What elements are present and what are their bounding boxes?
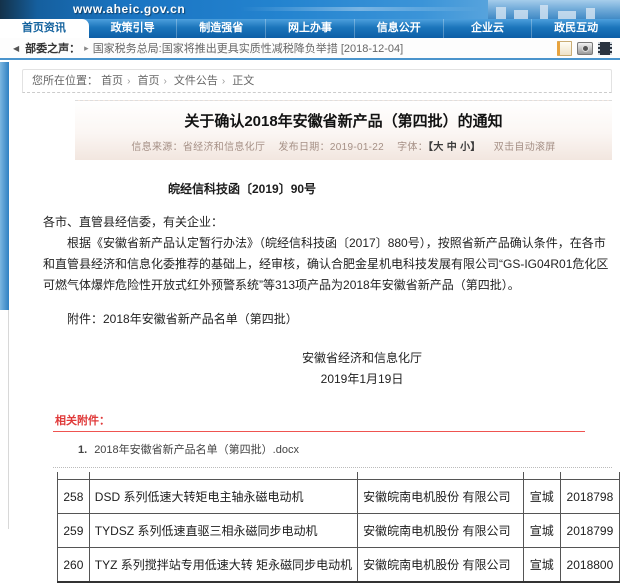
attachment-index: 1. — [78, 444, 87, 456]
article-header: 关于确认2018年安徽省新产品（第四批）的通知 信息来源：省经济和信息化厅 发布… — [75, 100, 612, 160]
breadcrumb-prefix: 您所在位置： — [32, 75, 98, 87]
signature-date: 2019年1月19日 — [112, 369, 612, 390]
ticker-label: 部委之声： — [25, 40, 80, 56]
left-border-line — [8, 310, 9, 529]
meta-source-label: 信息来源： — [131, 142, 183, 153]
cell-row-number: 260 — [58, 548, 90, 583]
signer-name: 安徽省经济和信息化厅 — [112, 348, 612, 369]
banner-decoration — [240, 7, 480, 11]
ticker-bullet-icon: ▸ — [84, 43, 89, 54]
breadcrumb-separator: › — [222, 76, 225, 87]
salutation: 各市、直管县经信委，有关企业： — [43, 212, 612, 233]
table-row: 259 TYDSZ 系列低速直驱三相永磁同步电动机 安徽皖南电机股份 有限公司 … — [58, 514, 620, 548]
nav-tab-gov-interaction[interactable]: 政民互动 — [532, 19, 620, 38]
cell-product-name: TYZ 系列搅拌站专用低速大转 矩永磁同步电动机 — [89, 548, 357, 583]
notebook-icon[interactable] — [557, 41, 572, 56]
breadcrumb: 您所在位置： 首页 › 首页 › 文件公告 › 正文 — [22, 69, 612, 93]
nav-tab-info-disclosure[interactable]: 信息公开 — [355, 19, 444, 38]
cell-city: 宣城 — [523, 548, 560, 583]
main-nav: 首页资讯 政策引导 制造强省 网上办事 信息公开 企业云 政民互动 — [0, 19, 620, 38]
ticker-news-link[interactable]: 国家税务总局:国家将推出更具实质性减税降负举措 [2018-12-04] — [93, 40, 404, 56]
breadcrumb-separator: › — [163, 76, 166, 87]
table-row: 260 TYZ 系列搅拌站专用低速大转 矩永磁同步电动机 安徽皖南电机股份 有限… — [58, 548, 620, 583]
banner-cityscape-image — [488, 0, 620, 19]
dotted-divider — [53, 467, 612, 468]
font-size-switcher[interactable]: 【大 中 小】 — [428, 142, 481, 153]
breadcrumb-item-home[interactable]: 首页 — [101, 75, 123, 87]
meta-date-label: 发布日期： — [278, 142, 330, 153]
left-blue-strip — [0, 62, 9, 310]
site-banner: www.aheic.gov.cn — [0, 0, 620, 19]
article-body: 各市、直管县经信委，有关企业： 根据《安徽省新产品认定暂行办法》（皖经信科技函〔… — [43, 212, 612, 296]
cell-code: 2018800 — [560, 548, 619, 583]
cell-product-name: TYDSZ 系列低速直驱三相永磁同步电动机 — [89, 514, 357, 548]
news-ticker: ◀ 部委之声： ▸ 国家税务总局:国家将推出更具实质性减税降负举措 [2018-… — [0, 38, 620, 60]
cell-company: 安徽皖南电机股份 有限公司 — [358, 480, 524, 514]
related-attachments-heading: 相关附件： — [55, 412, 620, 428]
table-row-cutoff — [58, 472, 620, 480]
cell-row-number: 258 — [58, 480, 90, 514]
nav-tab-manufacturing[interactable]: 制造强省 — [177, 19, 266, 38]
signature-block: 安徽省经济和信息化厅 2019年1月19日 — [112, 348, 612, 390]
cell-row-number: 259 — [58, 514, 90, 548]
cell-company: 安徽皖南电机股份 有限公司 — [358, 548, 524, 583]
table-row: 258 DSD 系列低速大转矩电主轴永磁电动机 安徽皖南电机股份 有限公司 宣城… — [58, 480, 620, 514]
breadcrumb-item-current: 正文 — [232, 75, 254, 87]
cell-code: 2018798 — [560, 480, 619, 514]
article-meta: 信息来源：省经济和信息化厅 发布日期：2019-01-22 字体：【大 中 小】… — [75, 138, 612, 160]
cell-product-name: DSD 系列低速大转矩电主轴永磁电动机 — [89, 480, 357, 514]
cell-code: 2018799 — [560, 514, 619, 548]
nav-tab-policy[interactable]: 政策引导 — [89, 19, 178, 38]
nav-tab-enterprise-cloud[interactable]: 企业云 — [444, 19, 533, 38]
cell-company: 安徽皖南电机股份 有限公司 — [358, 514, 524, 548]
ticker-news-date: [2018-12-04] — [341, 43, 403, 55]
breadcrumb-separator: › — [127, 76, 130, 87]
site-url: www.aheic.gov.cn — [73, 0, 185, 19]
nav-tab-home[interactable]: 首页资讯 — [0, 19, 89, 38]
ticker-media-buttons — [557, 41, 612, 56]
nav-tab-online-services[interactable]: 网上办事 — [266, 19, 355, 38]
breadcrumb-item-notices[interactable]: 文件公告 — [174, 75, 218, 87]
related-attachments: 相关附件： 1. 2018年安徽省新产品名单（第四批）.docx — [0, 412, 620, 468]
meta-source: 省经济和信息化厅 — [183, 142, 265, 153]
document-number: 皖经信科技函〔2019〕90号 — [168, 180, 620, 197]
main-paragraph: 根据《安徽省新产品认定暂行办法》（皖经信科技函〔2017〕880号），按照省新产… — [43, 233, 612, 296]
camera-icon[interactable] — [577, 42, 593, 55]
cell-city: 宣城 — [523, 514, 560, 548]
attachment-list-item: 1. 2018年安徽省新产品名单（第四批）.docx — [78, 441, 620, 457]
meta-date: 2019-01-22 — [330, 142, 384, 153]
breadcrumb-item-home2[interactable]: 首页 — [137, 75, 159, 87]
attachment-line: 附件：2018年安徽省新产品名单（第四批） — [43, 310, 612, 327]
cell-city: 宣城 — [523, 480, 560, 514]
meta-font-label: 字体： — [397, 142, 428, 153]
attachment-docx-link[interactable]: 2018年安徽省新产品名单（第四批）.docx — [94, 444, 299, 456]
ticker-left-arrow-icon: ◀ — [13, 44, 19, 53]
page-title: 关于确认2018年安徽省新产品（第四批）的通知 — [75, 101, 612, 138]
meta-autoscroll-hint: 双击自动滚屏 — [494, 142, 556, 153]
red-divider — [53, 431, 585, 432]
film-icon[interactable] — [598, 42, 612, 55]
product-table: 258 DSD 系列低速大转矩电主轴永磁电动机 安徽皖南电机股份 有限公司 宣城… — [57, 472, 620, 583]
